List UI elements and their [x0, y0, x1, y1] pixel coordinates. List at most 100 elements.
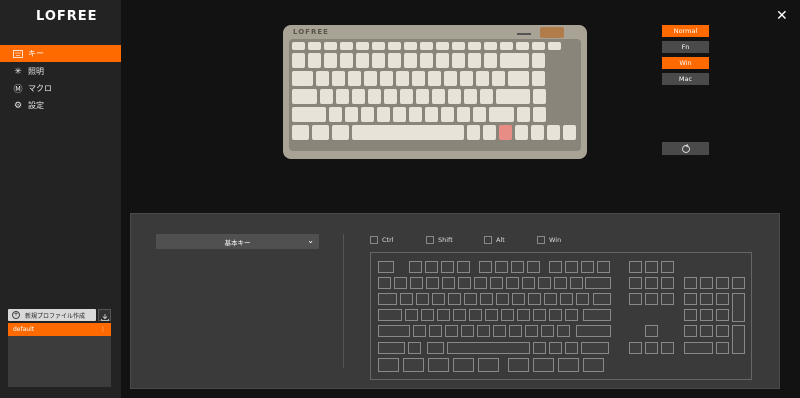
virtual-key[interactable] [629, 342, 642, 354]
virtual-key[interactable] [441, 261, 454, 273]
mode-normal-button[interactable]: Normal [662, 25, 709, 37]
virtual-key[interactable] [378, 342, 405, 354]
virtual-key[interactable] [490, 277, 503, 289]
virtual-key[interactable] [496, 293, 509, 305]
virtual-key[interactable] [421, 309, 434, 321]
reset-button[interactable] [662, 142, 709, 155]
virtual-key[interactable] [554, 277, 567, 289]
virtual-key[interactable] [565, 309, 578, 321]
keyboard-key[interactable] [452, 53, 465, 68]
virtual-key[interactable] [442, 277, 455, 289]
keyboard-key[interactable] [473, 107, 486, 122]
virtual-key[interactable] [517, 309, 530, 321]
keyboard-key[interactable] [448, 89, 461, 104]
virtual-key[interactable] [558, 358, 579, 372]
virtual-key[interactable] [645, 261, 658, 273]
virtual-key[interactable] [629, 293, 642, 305]
virtual-key[interactable] [478, 358, 499, 372]
virtual-key[interactable] [453, 358, 474, 372]
virtual-key[interactable] [538, 277, 551, 289]
virtual-key[interactable] [512, 293, 525, 305]
keyboard-key[interactable] [348, 71, 361, 86]
virtual-key[interactable] [405, 309, 418, 321]
keyboard-key[interactable] [368, 89, 381, 104]
keyboard-key[interactable] [292, 71, 313, 86]
keyboard-key[interactable] [492, 71, 505, 86]
virtual-key[interactable] [645, 293, 658, 305]
keyboard-key[interactable] [500, 42, 513, 50]
keyboard-key[interactable] [420, 53, 433, 68]
virtual-key[interactable] [576, 325, 611, 337]
virtual-key[interactable] [493, 325, 506, 337]
virtual-key[interactable] [700, 293, 713, 305]
virtual-key[interactable] [477, 325, 490, 337]
virtual-key[interactable] [570, 277, 583, 289]
keyboard-key[interactable] [320, 89, 333, 104]
keyboard-key[interactable] [484, 42, 497, 50]
virtual-key[interactable] [684, 342, 713, 354]
virtual-key[interactable] [378, 309, 402, 321]
virtual-key[interactable] [716, 325, 729, 337]
virtual-key[interactable] [495, 261, 508, 273]
shift-checkbox[interactable]: Shift [426, 236, 453, 244]
keyboard-key[interactable] [500, 53, 529, 68]
keyboard-key[interactable] [332, 71, 345, 86]
virtual-key[interactable] [645, 277, 658, 289]
virtual-key[interactable] [700, 309, 713, 321]
virtual-key[interactable] [400, 293, 413, 305]
virtual-key[interactable] [585, 277, 611, 289]
keyboard-key[interactable] [340, 42, 353, 50]
keyboard-key[interactable] [308, 42, 321, 50]
virtual-key[interactable] [509, 325, 522, 337]
keyboard-key[interactable] [352, 125, 464, 140]
virtual-key[interactable] [700, 277, 713, 289]
virtual-key[interactable] [416, 293, 429, 305]
keyboard-key[interactable] [468, 53, 481, 68]
virtual-key[interactable] [560, 293, 573, 305]
keyboard-key[interactable] [409, 107, 422, 122]
virtual-key[interactable] [522, 277, 535, 289]
keyboard-key[interactable] [436, 53, 449, 68]
keyboard-key[interactable] [393, 107, 406, 122]
virtual-key[interactable] [716, 293, 729, 305]
virtual-key[interactable] [413, 325, 426, 337]
virtual-key[interactable] [428, 358, 449, 372]
keyboard-key[interactable] [329, 107, 342, 122]
virtual-key[interactable] [378, 293, 397, 305]
virtual-key[interactable] [661, 293, 674, 305]
sidebar-item-settings[interactable]: ⚙ 設定 [0, 97, 121, 114]
keyboard-key[interactable] [460, 71, 473, 86]
keyboard-key[interactable] [396, 71, 409, 86]
virtual-key[interactable] [429, 325, 442, 337]
mode-mac-button[interactable]: Mac [662, 73, 709, 85]
virtual-key[interactable] [469, 309, 482, 321]
keyboard-key[interactable] [324, 53, 337, 68]
keyboard-key[interactable] [563, 125, 576, 140]
alt-checkbox[interactable]: Alt [484, 236, 505, 244]
keyboard-key[interactable] [444, 71, 457, 86]
virtual-key[interactable] [593, 293, 611, 305]
virtual-key[interactable] [732, 293, 745, 322]
keyboard-key[interactable] [336, 89, 349, 104]
virtual-key[interactable] [511, 261, 524, 273]
virtual-key[interactable] [732, 277, 745, 289]
keyboard-key[interactable] [364, 71, 377, 86]
virtual-key[interactable] [506, 277, 519, 289]
keyboard-key[interactable] [316, 71, 329, 86]
new-profile-button[interactable]: + 新規プロファイル作成 [8, 309, 96, 321]
keyboard-key[interactable] [516, 42, 529, 50]
virtual-key[interactable] [716, 342, 729, 354]
virtual-key[interactable] [661, 342, 674, 354]
keyboard-key[interactable] [441, 107, 454, 122]
virtual-key[interactable] [581, 261, 594, 273]
virtual-key[interactable] [425, 261, 438, 273]
virtual-key[interactable] [597, 261, 610, 273]
virtual-key[interactable] [565, 342, 578, 354]
keyboard-key[interactable] [480, 89, 493, 104]
keyboard-key[interactable] [292, 53, 305, 68]
keyboard-key[interactable] [332, 125, 349, 140]
virtual-key[interactable] [565, 261, 578, 273]
virtual-key[interactable] [447, 342, 530, 354]
sidebar-item-lighting[interactable]: ✳ 照明 [0, 63, 121, 80]
virtual-key[interactable] [457, 261, 470, 273]
